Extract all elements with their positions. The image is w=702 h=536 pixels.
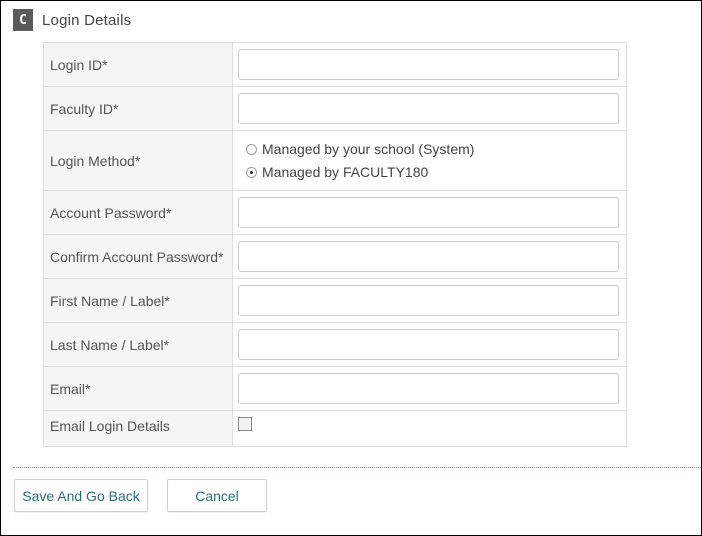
confirm-password-label: Confirm Account Password* (44, 235, 233, 278)
row-first-name: First Name / Label* (44, 278, 626, 322)
login-details-form: Login ID* Faculty ID* Login Method* Mana… (43, 42, 627, 447)
confirm-password-input[interactable] (238, 241, 619, 272)
faculty-id-input[interactable] (238, 93, 619, 124)
section-title: Login Details (42, 11, 132, 29)
faculty-id-label: Faculty ID* (44, 87, 233, 130)
login-method-option-system[interactable]: Managed by your school (System) (246, 141, 474, 157)
login-method-radio-group: Managed by your school (System) Managed … (238, 141, 474, 180)
row-login-id: Login ID* (44, 43, 626, 86)
login-id-input[interactable] (238, 49, 619, 80)
login-details-panel: C Login Details Login ID* Faculty ID* Lo… (0, 0, 702, 536)
email-login-details-label: Email Login Details (44, 411, 233, 446)
login-id-label: Login ID* (44, 43, 233, 86)
radio-label: Managed by FACULTY180 (262, 164, 429, 180)
section-header: C Login Details (13, 8, 131, 32)
row-confirm-password: Confirm Account Password* (44, 234, 626, 278)
last-name-input[interactable] (238, 329, 619, 360)
row-account-password: Account Password* (44, 190, 626, 234)
last-name-label: Last Name / Label* (44, 323, 233, 366)
section-letter-badge: C (13, 9, 33, 31)
row-last-name: Last Name / Label* (44, 322, 626, 366)
row-email-login-details: Email Login Details (44, 410, 626, 446)
first-name-input[interactable] (238, 285, 619, 316)
email-login-details-checkbox[interactable] (238, 417, 252, 431)
cancel-button[interactable]: Cancel (167, 479, 267, 512)
radio-button[interactable] (246, 143, 257, 155)
email-label: Email* (44, 367, 233, 410)
row-faculty-id: Faculty ID* (44, 86, 626, 130)
row-email: Email* (44, 366, 626, 410)
save-and-go-back-button[interactable]: Save And Go Back (14, 479, 148, 512)
account-password-label: Account Password* (44, 191, 233, 234)
radio-label: Managed by your school (System) (262, 141, 475, 157)
email-input[interactable] (238, 373, 619, 404)
row-login-method: Login Method* Managed by your school (Sy… (44, 130, 626, 190)
first-name-label: First Name / Label* (44, 279, 233, 322)
account-password-input[interactable] (238, 197, 619, 228)
login-method-option-faculty180[interactable]: Managed by FACULTY180 (246, 164, 474, 180)
form-divider (13, 467, 701, 468)
login-method-label: Login Method* (44, 131, 233, 190)
radio-button-selected[interactable] (246, 166, 257, 178)
